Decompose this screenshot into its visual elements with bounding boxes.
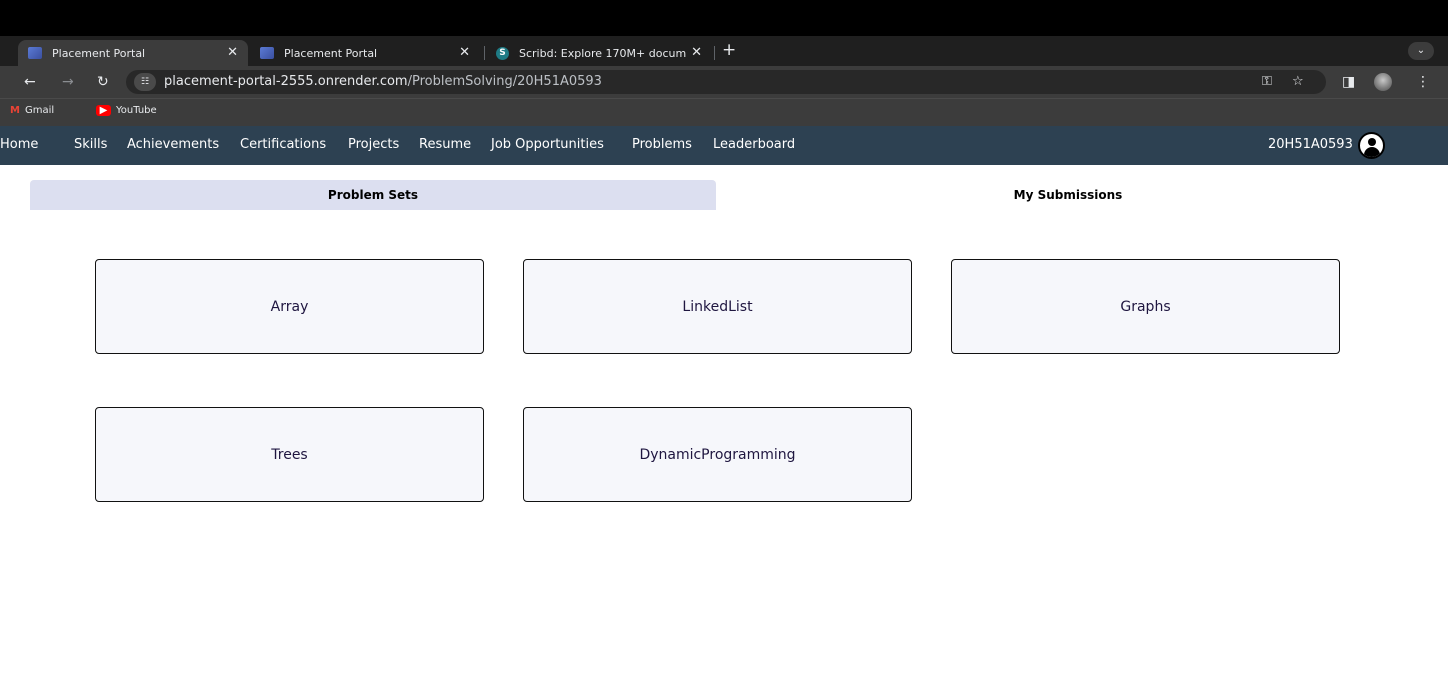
- url-text: placement-portal-2555.onrender.com/Probl…: [164, 74, 602, 89]
- problem-card-label: DynamicProgramming: [639, 446, 796, 463]
- tab-title: Scribd: Explore 170M+ docum: [519, 46, 687, 60]
- problem-card-array[interactable]: Array: [95, 259, 484, 354]
- problem-card-label: Graphs: [1120, 298, 1171, 315]
- tab-my-submissions[interactable]: My Submissions: [716, 180, 1420, 210]
- portal-favicon-icon: [260, 47, 274, 59]
- nav-link-problems[interactable]: Problems: [632, 137, 692, 153]
- user-id-label: 20H51A0593: [1268, 137, 1353, 152]
- star-icon[interactable]: ☆: [1292, 73, 1304, 91]
- problem-card-dynamic-programming[interactable]: DynamicProgramming: [523, 407, 912, 502]
- browser-tab[interactable]: Placement Portal ✕: [250, 40, 480, 66]
- problem-card-graphs[interactable]: Graphs: [951, 259, 1340, 354]
- key-icon[interactable]: ⚿: [1262, 73, 1272, 91]
- close-tab-icon[interactable]: ✕: [691, 45, 702, 60]
- bookmark-gmail[interactable]: M Gmail: [10, 105, 54, 116]
- menu-kebab-icon[interactable]: ⋮: [1416, 72, 1430, 92]
- problem-card-label: Trees: [271, 446, 308, 463]
- bookmark-label: Gmail: [24, 105, 55, 116]
- site-info-icon[interactable]: ☷: [134, 73, 156, 91]
- bookmarks-bar: M Gmail ▶ YouTube: [0, 98, 1448, 126]
- back-arrow-icon[interactable]: ←: [24, 72, 36, 92]
- new-tab-button[interactable]: +: [722, 40, 736, 60]
- nav-link-achievements[interactable]: Achievements: [127, 137, 219, 153]
- tab-search-icon[interactable]: ⌄: [1408, 42, 1434, 60]
- browser-tab[interactable]: S Scribd: Explore 170M+ docum ✕: [486, 40, 712, 66]
- browser-toolbar: ← → ↻ ☷ placement-portal-2555.onrender.c…: [0, 66, 1448, 98]
- tab-separator: [484, 46, 485, 60]
- close-tab-icon[interactable]: ✕: [227, 45, 238, 60]
- tab-title: Placement Portal: [52, 46, 146, 60]
- tab-problem-sets[interactable]: Problem Sets: [30, 180, 716, 210]
- bookmark-label: YouTube: [116, 105, 157, 116]
- scribd-favicon-icon: S: [496, 46, 509, 60]
- problem-card-trees[interactable]: Trees: [95, 407, 484, 502]
- browser-tab[interactable]: Placement Portal ✕: [18, 40, 248, 66]
- nav-link-projects[interactable]: Projects: [348, 137, 399, 153]
- problem-card-linkedlist[interactable]: LinkedList: [523, 259, 912, 354]
- nav-link-leaderboard[interactable]: Leaderboard: [713, 137, 795, 153]
- address-bar[interactable]: ☷ placement-portal-2555.onrender.com/Pro…: [126, 70, 1326, 94]
- nav-link-home[interactable]: Home: [0, 137, 38, 153]
- window-top-bar: [0, 0, 1448, 36]
- tab-title: Placement Portal: [284, 46, 378, 60]
- nav-link-resume[interactable]: Resume: [419, 137, 471, 153]
- close-tab-icon[interactable]: ✕: [459, 45, 470, 60]
- nav-link-skills[interactable]: Skills: [74, 137, 107, 153]
- tab-separator: [714, 46, 715, 60]
- problem-card-label: Array: [270, 298, 309, 315]
- problem-card-label: LinkedList: [682, 298, 753, 315]
- reload-icon[interactable]: ↻: [97, 72, 109, 92]
- site-navbar: Home Skills Achievements Certifications …: [0, 126, 1448, 165]
- user-avatar-icon[interactable]: [1358, 132, 1385, 159]
- profile-icon[interactable]: [1374, 73, 1392, 91]
- forward-arrow-icon[interactable]: →: [62, 72, 74, 92]
- portal-favicon-icon: [28, 47, 42, 59]
- side-panel-icon[interactable]: ◨: [1342, 72, 1355, 92]
- youtube-icon: ▶: [96, 105, 111, 116]
- nav-link-certifications[interactable]: Certifications: [240, 137, 326, 153]
- nav-link-job-opportunities[interactable]: Job Opportunities: [491, 137, 604, 153]
- bookmark-youtube[interactable]: ▶ YouTube: [96, 105, 157, 116]
- gmail-icon: M: [10, 105, 20, 116]
